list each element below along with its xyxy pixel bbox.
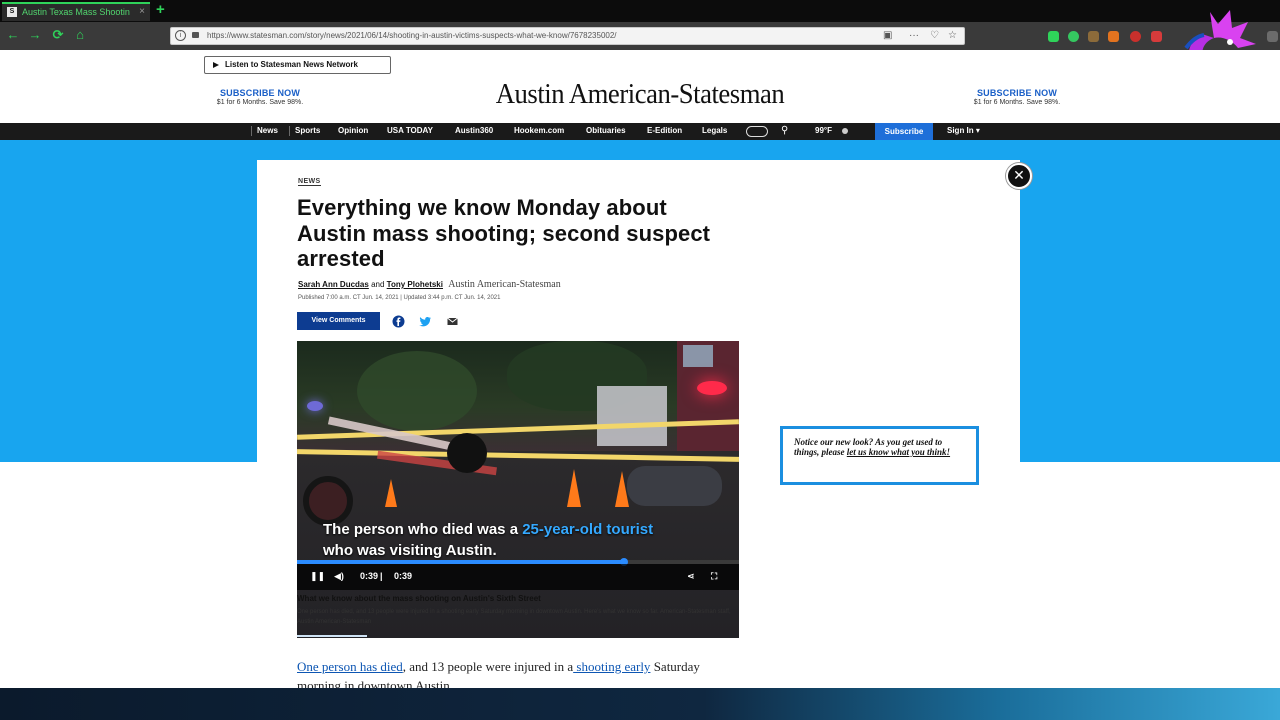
site-info-icon[interactable]: i: [175, 30, 186, 41]
video-caption-description: One person has died, and 13 people were …: [297, 609, 731, 625]
time-separator: |: [380, 571, 383, 581]
article-link[interactable]: One person has died: [297, 659, 403, 674]
author-link[interactable]: Tony Plohetski: [387, 280, 443, 289]
listen-label: Listen to Statesman News Network: [225, 60, 358, 69]
new-look-notice: Notice our new look? As you get used to …: [780, 426, 979, 485]
video-frame-cone: [567, 469, 581, 507]
byline-conjunction: and: [371, 280, 385, 289]
video-time-total: 0:39: [394, 571, 413, 581]
email-icon[interactable]: [446, 315, 459, 328]
extension-icon[interactable]: [1108, 31, 1119, 42]
web-page: Listen to Statesman News Network SUBSCRI…: [0, 50, 1280, 688]
extension-icon[interactable]: [1088, 31, 1099, 42]
nav-item-austin360[interactable]: Austin360: [455, 126, 493, 135]
back-button[interactable]: ←: [5, 27, 21, 43]
subscribe-promo-left[interactable]: SUBSCRIBE NOW $1 for 6 Months. Save 98%.: [205, 88, 315, 106]
video-frame-tent: [597, 386, 667, 446]
video-frame-cone: [385, 479, 397, 507]
promo-title: SUBSCRIBE NOW: [219, 88, 301, 98]
desktop-taskbar: [0, 688, 1280, 720]
browser-tab-bar: S Austin Texas Mass Shootin × +: [0, 0, 1280, 22]
weather-icon: [842, 128, 848, 134]
video-frame-motorcycle: [627, 466, 722, 506]
video-overlay-text: The person who died was a 25-year-old to…: [323, 519, 683, 561]
reload-button[interactable]: ⟳: [50, 27, 66, 43]
nav-separator: [289, 126, 290, 136]
page-actions-icon[interactable]: ···: [909, 30, 919, 42]
close-icon[interactable]: ✕: [1006, 163, 1032, 189]
author-link[interactable]: Sarah Ann Ducdas: [298, 280, 369, 289]
menu-icon[interactable]: [1267, 31, 1278, 42]
byline: Sarah Ann Ducdas and Tony Plohetski Aust…: [298, 279, 561, 290]
video-frame-police-light: [697, 381, 727, 395]
video-frame-police-light: [307, 401, 323, 411]
video-caption-title: What we know about the mass shooting on …: [297, 594, 541, 603]
twitter-icon[interactable]: [419, 315, 432, 328]
pause-icon[interactable]: ❚❚: [310, 570, 325, 582]
nav-item-hookem[interactable]: Hookem.com: [514, 126, 564, 135]
listen-button[interactable]: Listen to Statesman News Network: [204, 56, 391, 74]
search-icon[interactable]: ⚲: [781, 125, 788, 136]
video-time-current: 0:39: [360, 571, 379, 581]
site-navigation: News Sports Opinion USA TODAY Austin360 …: [0, 123, 1280, 140]
nav-item-legals[interactable]: Legals: [702, 126, 727, 135]
home-button[interactable]: ⌂: [72, 27, 88, 43]
promo-subtitle: $1 for 6 Months. Save 98%.: [216, 99, 304, 106]
facebook-icon[interactable]: [392, 315, 405, 328]
dateline: Published 7:00 a.m. CT Jun. 14, 2021 | U…: [298, 295, 501, 301]
promo-subtitle: $1 for 6 Months. Save 98%.: [973, 99, 1061, 106]
extension-icon[interactable]: [1068, 31, 1079, 42]
play-icon: [213, 62, 219, 68]
video-overlay-highlight: 25-year-old tourist: [522, 521, 654, 538]
more-menu-button[interactable]: [746, 126, 768, 137]
new-tab-button[interactable]: +: [156, 1, 165, 19]
video-frame-person: [447, 433, 487, 473]
divider: [297, 635, 367, 637]
view-comments-button[interactable]: View Comments: [297, 312, 380, 330]
section-label[interactable]: NEWS: [298, 178, 321, 186]
nav-item-usatoday[interactable]: USA TODAY: [387, 126, 433, 135]
forward-button[interactable]: →: [27, 27, 43, 43]
promo-title: SUBSCRIBE NOW: [976, 88, 1058, 98]
reader-view-icon[interactable]: ▣: [883, 30, 892, 42]
favicon-icon: S: [7, 7, 17, 17]
nav-item-news[interactable]: News: [257, 126, 278, 135]
nav-item-opinion[interactable]: Opinion: [338, 126, 368, 135]
article-link[interactable]: shooting early: [573, 659, 650, 674]
share-icon[interactable]: ⋖: [687, 570, 695, 582]
nav-separator: [251, 126, 252, 136]
url-text[interactable]: https://www.statesman.com/story/news/202…: [207, 31, 617, 40]
extension-icon[interactable]: [1130, 31, 1141, 42]
feedback-link[interactable]: let us know what you think!: [847, 447, 950, 457]
nav-item-obituaries[interactable]: Obituaries: [586, 126, 626, 135]
volume-icon[interactable]: ◀): [334, 570, 344, 582]
article-body: One person has died, and 13 people were …: [297, 657, 727, 688]
address-bar[interactable]: i https://www.statesman.com/story/news/2…: [170, 27, 965, 45]
tab-close-icon[interactable]: ×: [139, 4, 145, 20]
tab-title: Austin Texas Mass Shootin: [22, 7, 130, 17]
video-frame-sign: [683, 345, 713, 367]
fullscreen-icon[interactable]: ⛶: [711, 570, 717, 582]
video-frame-cone: [615, 471, 629, 507]
video-overlay-part: The person who died was a: [323, 521, 523, 538]
lock-icon: [192, 32, 199, 38]
subscribe-promo-right[interactable]: SUBSCRIBE NOW $1 for 6 Months. Save 98%.: [962, 88, 1072, 106]
article-headline: Everything we know Monday about Austin m…: [297, 195, 711, 271]
browser-tab[interactable]: S Austin Texas Mass Shootin ×: [2, 2, 150, 21]
publication-name: Austin American-Statesman: [448, 279, 561, 290]
site-logo[interactable]: Austin American-Statesman: [474, 78, 805, 111]
extension-icon[interactable]: [1048, 31, 1059, 42]
weather-reading[interactable]: 99°F: [815, 126, 832, 135]
pocket-icon[interactable]: ♡: [930, 30, 939, 42]
video-frame-foliage: [357, 351, 477, 431]
nav-item-eedition[interactable]: E-Edition: [647, 126, 682, 135]
subscribe-button[interactable]: Subscribe: [875, 123, 933, 140]
sign-in-button[interactable]: Sign In ▾: [947, 126, 980, 135]
body-text-part: , and 13 people were injured in a: [402, 659, 574, 674]
extension-icon[interactable]: [1151, 31, 1162, 42]
bookmark-star-icon[interactable]: ☆: [948, 30, 957, 42]
video-overlay-part: who was visiting Austin.: [323, 542, 497, 559]
nav-item-sports[interactable]: Sports: [295, 126, 320, 135]
video-controls: ❚❚ ◀) 0:39 | 0:39 ⋖ ⛶: [297, 564, 739, 590]
